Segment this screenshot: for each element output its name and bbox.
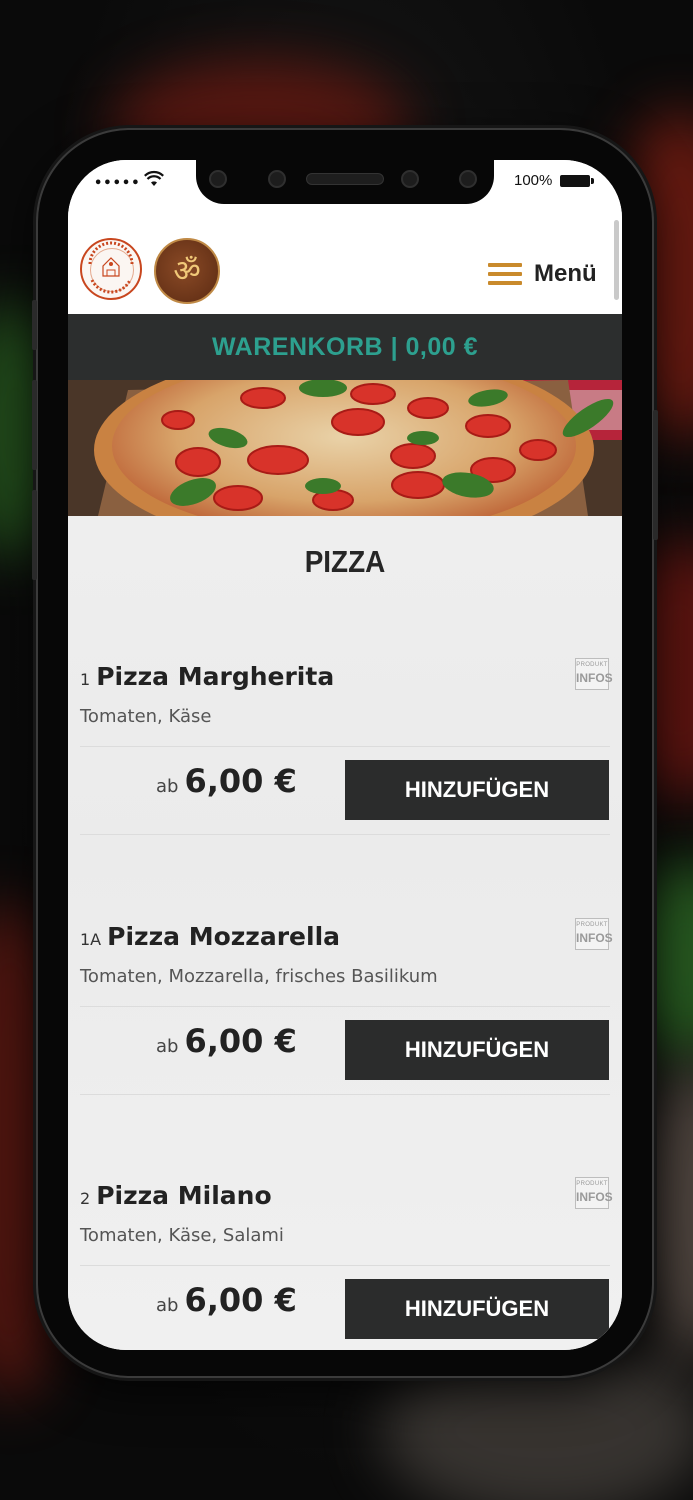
product-info-icon[interactable]: PRODUKT INFOS <box>575 918 613 950</box>
phone-screen: ••••• 100% ॐ Menü WARENKORB | 0,00 € PIZ… <box>68 160 622 1350</box>
pizza-photo <box>68 380 622 516</box>
status-bar: ••••• 100% <box>68 160 622 210</box>
item-price: ab 6,00 € <box>156 1022 297 1060</box>
product-info-bottom: INFOS <box>576 931 613 945</box>
item-description: Tomaten, Käse <box>80 706 212 727</box>
notch <box>196 160 494 204</box>
section-title: PIZZA <box>304 544 386 579</box>
add-to-cart-button[interactable]: HINZUFÜGEN <box>345 1279 609 1339</box>
price-value: 6,00 € <box>184 762 297 800</box>
item-price: ab 6,00 € <box>156 762 297 800</box>
om-restaurant-logo[interactable]: ॐ <box>154 238 220 304</box>
product-info-bottom: INFOS <box>576 1190 613 1204</box>
price-value: 6,00 € <box>184 1022 297 1060</box>
add-to-cart-button[interactable]: HINZUFÜGEN <box>345 760 609 820</box>
phone-frame: ••••• 100% ॐ Menü WARENKORB | 0,00 € PIZ… <box>32 130 658 1376</box>
item-name: Pizza Margherita <box>96 662 335 691</box>
item-title: 1 Pizza Margherita <box>80 662 334 691</box>
item-description: Tomaten, Käse, Salami <box>80 1225 284 1246</box>
product-info-top: PRODUKT <box>576 1181 608 1187</box>
cart-bar[interactable]: WARENKORB | 0,00 € <box>68 314 622 380</box>
hamburger-icon <box>488 263 522 287</box>
cart-label: WARENKORB <box>211 333 391 361</box>
wifi-icon <box>144 170 164 186</box>
battery-percentage: 100% <box>514 172 553 189</box>
signal-strength: ••••• <box>94 176 141 191</box>
item-name: Pizza Mozzarella <box>107 922 341 951</box>
menu-content: PIZZA 1 Pizza Margherita PRODUKT INFOS To… <box>68 516 622 1350</box>
item-title: 2 Pizza Milano <box>80 1181 272 1210</box>
cart-total: 0,00 € <box>405 333 479 361</box>
divider <box>80 1265 610 1266</box>
cart-separator: | <box>390 333 406 361</box>
item-price: ab 6,00 € <box>156 1281 297 1319</box>
price-prefix: ab <box>156 776 179 797</box>
site-header: ॐ Menü <box>68 210 622 314</box>
price-prefix: ab <box>156 1295 179 1316</box>
menu-label: Menü <box>534 260 597 287</box>
product-info-icon[interactable]: PRODUKT INFOS <box>575 1177 613 1209</box>
item-title: 1A Pizza Mozzarella <box>80 922 340 951</box>
menu-button[interactable]: Menü <box>482 256 598 296</box>
item-number: 1A <box>80 930 102 949</box>
product-info-top: PRODUKT <box>576 922 608 928</box>
item-name: Pizza Milano <box>96 1181 272 1210</box>
product-info-bottom: INFOS <box>576 671 613 685</box>
product-info-top: PRODUKT <box>576 662 608 668</box>
add-to-cart-button[interactable]: HINZUFÜGEN <box>345 1020 609 1080</box>
divider <box>80 834 610 835</box>
product-info-icon[interactable]: PRODUKT INFOS <box>575 658 613 690</box>
item-number: 2 <box>80 1189 91 1208</box>
divider <box>80 746 610 747</box>
item-number: 1 <box>80 670 91 689</box>
price-value: 6,00 € <box>184 1281 297 1319</box>
divider <box>80 1094 610 1095</box>
super-pizza-service-logo[interactable] <box>80 238 142 300</box>
price-prefix: ab <box>156 1036 179 1057</box>
battery-icon <box>560 175 590 187</box>
divider <box>80 1006 610 1007</box>
item-description: Tomaten, Mozzarella, frisches Basilikum <box>80 966 438 987</box>
scrollbar[interactable] <box>614 220 619 300</box>
